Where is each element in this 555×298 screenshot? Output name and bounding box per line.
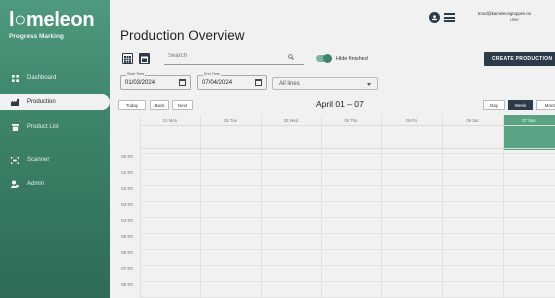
hour-label: 01:00 bbox=[121, 171, 134, 176]
grid-divider bbox=[140, 281, 555, 282]
sidebar-item-production[interactable]: Production bbox=[0, 94, 110, 110]
grid-divider bbox=[140, 233, 555, 234]
chevron-down-icon bbox=[367, 83, 371, 86]
toggle-knob bbox=[323, 54, 332, 63]
hour-label: 02:00 bbox=[121, 187, 134, 192]
start-time-field[interactable]: Start Time 01/03/2024 bbox=[120, 72, 191, 90]
sidebar-item-label: Product List bbox=[27, 124, 59, 130]
grid-divider bbox=[140, 265, 555, 266]
sidebar-item-label: Admin bbox=[27, 181, 45, 187]
day-header[interactable]: 06 Sat bbox=[442, 115, 503, 125]
grid-divider bbox=[503, 115, 504, 298]
grid-divider bbox=[140, 217, 555, 218]
grid-divider bbox=[321, 115, 322, 298]
grid-divider bbox=[140, 169, 555, 170]
grid-divider bbox=[381, 115, 382, 298]
date-range-title: April 01 – 07 bbox=[316, 99, 364, 109]
create-production-button[interactable]: CREATE PRODUCTION bbox=[484, 52, 555, 66]
day-view-button[interactable]: Day bbox=[483, 100, 505, 110]
lines-select-value: All lines bbox=[279, 81, 300, 87]
app-logo[interactable]: l○meleon bbox=[9, 9, 95, 32]
grid-divider bbox=[140, 201, 555, 202]
admin-icon bbox=[11, 180, 19, 188]
sidebar-item-scanner[interactable]: Scanner bbox=[0, 152, 108, 168]
user-role: User bbox=[510, 17, 519, 22]
next-button[interactable]: Next bbox=[172, 100, 193, 110]
sidebar-item-label: Production bbox=[27, 99, 56, 105]
day-header[interactable]: 02 Tue bbox=[200, 115, 261, 125]
back-button[interactable]: Back bbox=[150, 100, 169, 110]
lines-select[interactable]: All lines bbox=[272, 77, 378, 90]
box-icon bbox=[11, 123, 19, 131]
today-button[interactable]: Today bbox=[118, 100, 146, 110]
day-header[interactable]: 05 Fri bbox=[381, 115, 442, 125]
calendar-icon bbox=[141, 50, 148, 68]
hour-label: 06:00 bbox=[121, 251, 134, 256]
sidebar-item-product-list[interactable]: Product List bbox=[0, 119, 108, 135]
grid-divider bbox=[261, 115, 262, 298]
hour-label: 04:00 bbox=[121, 219, 134, 224]
hide-finished-toggle[interactable] bbox=[316, 54, 332, 63]
search-input[interactable] bbox=[164, 53, 274, 59]
grid-view-button[interactable] bbox=[122, 53, 133, 64]
grid-divider bbox=[140, 185, 555, 186]
menu-icon[interactable] bbox=[444, 13, 455, 22]
day-header[interactable]: 03 Wed bbox=[261, 115, 321, 125]
grid-divider bbox=[140, 249, 555, 250]
day-header[interactable]: 01 Mon bbox=[140, 115, 200, 125]
grid-icon bbox=[124, 50, 131, 68]
sidebar: l○meleon Progress Marking Dashboard Prod… bbox=[0, 0, 110, 298]
hour-label: 03:00 bbox=[121, 203, 134, 208]
dashboard-icon bbox=[11, 74, 19, 82]
grid-divider bbox=[200, 115, 201, 298]
scanner-icon bbox=[11, 156, 19, 164]
page-title: Production Overview bbox=[120, 28, 245, 43]
grid-divider bbox=[140, 153, 555, 154]
day-header-selected[interactable]: 07 Sun bbox=[503, 115, 555, 125]
all-day-row[interactable] bbox=[140, 125, 555, 149]
calendar-icon[interactable] bbox=[255, 79, 262, 86]
end-time-label: End Time bbox=[203, 72, 222, 76]
calendar-view-button[interactable] bbox=[139, 53, 150, 64]
start-time-value: 01/03/2024 bbox=[125, 80, 156, 86]
start-time-label: Start Time bbox=[126, 72, 146, 76]
sidebar-item-dashboard[interactable]: Dashboard bbox=[0, 70, 108, 86]
month-view-button[interactable]: Month bbox=[536, 100, 555, 110]
day-header[interactable]: 04 Thu bbox=[321, 115, 381, 125]
hour-label: 08:00 bbox=[121, 283, 134, 288]
calendar-icon[interactable] bbox=[179, 79, 186, 86]
hour-label: 00:00 bbox=[121, 155, 134, 160]
grid-divider bbox=[442, 115, 443, 298]
hour-label: 05:00 bbox=[121, 235, 134, 240]
user-avatar-icon[interactable] bbox=[429, 12, 440, 23]
grid-divider bbox=[140, 115, 141, 298]
hide-finished-label: Hide finished bbox=[336, 56, 368, 62]
search-field bbox=[164, 53, 304, 65]
factory-icon bbox=[11, 98, 19, 106]
week-view-button[interactable]: Week bbox=[508, 100, 533, 110]
sidebar-item-label: Dashboard bbox=[27, 75, 57, 81]
end-time-field[interactable]: End Time 07/04/2024 bbox=[197, 72, 267, 90]
hour-label: 07:00 bbox=[121, 267, 134, 272]
app-tagline: Progress Marking bbox=[9, 33, 64, 40]
sidebar-item-label: Scanner bbox=[27, 157, 50, 163]
sidebar-item-admin[interactable]: Admin bbox=[0, 176, 108, 192]
search-icon[interactable] bbox=[288, 54, 294, 62]
user-email: trond@kameleongruppen.no bbox=[478, 11, 532, 16]
end-time-value: 07/04/2024 bbox=[202, 80, 233, 86]
